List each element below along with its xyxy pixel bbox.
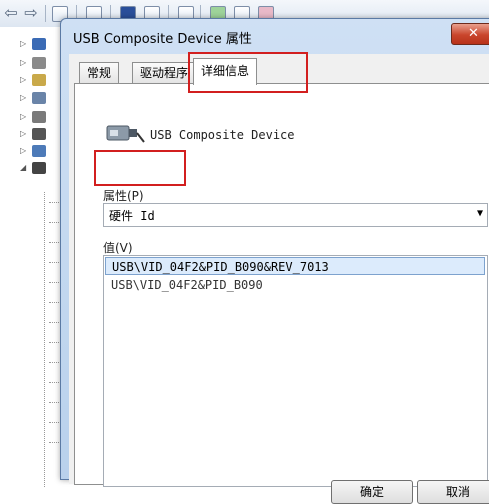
expand-icon[interactable]: ▷: [20, 58, 26, 67]
dropdown-arrow-icon[interactable]: ▼: [477, 208, 483, 219]
monitor-icon: [32, 38, 46, 50]
usb-connector-icon: [106, 125, 145, 143]
tab-driver[interactable]: 驱动程序: [132, 62, 197, 83]
expand-icon[interactable]: ▷: [20, 39, 26, 48]
close-button[interactable]: ✕: [451, 23, 489, 45]
property-label: 属性(P): [103, 189, 144, 203]
tree-connector-line: [44, 192, 45, 487]
usb-controller-icon: [32, 162, 46, 174]
expand-icon[interactable]: ▷: [20, 146, 26, 155]
device-name: USB Composite Device: [150, 128, 295, 142]
cancel-button[interactable]: 取消: [417, 480, 489, 504]
value-label: 值(V): [103, 241, 133, 255]
dialog-body: 常规 驱动程序 详细信息 USB Composite Device 属性(P) …: [69, 54, 489, 504]
tab-general[interactable]: 常规: [79, 62, 120, 83]
computer-icon: [32, 145, 46, 157]
expand-icon[interactable]: ▷: [20, 75, 26, 84]
property-select-value: 硬件 Id: [109, 209, 155, 223]
collapse-icon[interactable]: ◢: [20, 163, 26, 172]
dialog-title: USB Composite Device 属性: [73, 32, 252, 47]
tab-details[interactable]: 详细信息: [193, 58, 258, 85]
toolbar-separator: [45, 5, 46, 22]
port-icon: [32, 111, 46, 123]
back-arrow-icon[interactable]: ⇦: [2, 4, 20, 22]
list-item[interactable]: USB\VID_04F2&PID_B090: [105, 276, 485, 294]
drive-icon: [32, 57, 46, 69]
ok-button[interactable]: 确定: [331, 480, 413, 504]
value-list[interactable]: USB\VID_04F2&PID_B090&REV_7013 USB\VID_0…: [103, 255, 488, 487]
hardware-id-highlight: [94, 150, 186, 186]
mouse-icon: [32, 128, 46, 140]
details-tab-panel: USB Composite Device 属性(P) 硬件 Id ▼ 值(V) …: [74, 83, 489, 487]
forward-arrow-icon[interactable]: ⇨: [22, 4, 40, 22]
expand-icon[interactable]: ▷: [20, 129, 26, 138]
property-select[interactable]: 硬件 Id ▼: [103, 203, 488, 227]
keyboard-icon: [32, 74, 46, 86]
list-item[interactable]: USB\VID_04F2&PID_B090&REV_7013: [105, 257, 485, 275]
expand-icon[interactable]: ▷: [20, 93, 26, 102]
expand-icon[interactable]: ▷: [20, 112, 26, 121]
network-adapter-icon: [32, 92, 46, 104]
